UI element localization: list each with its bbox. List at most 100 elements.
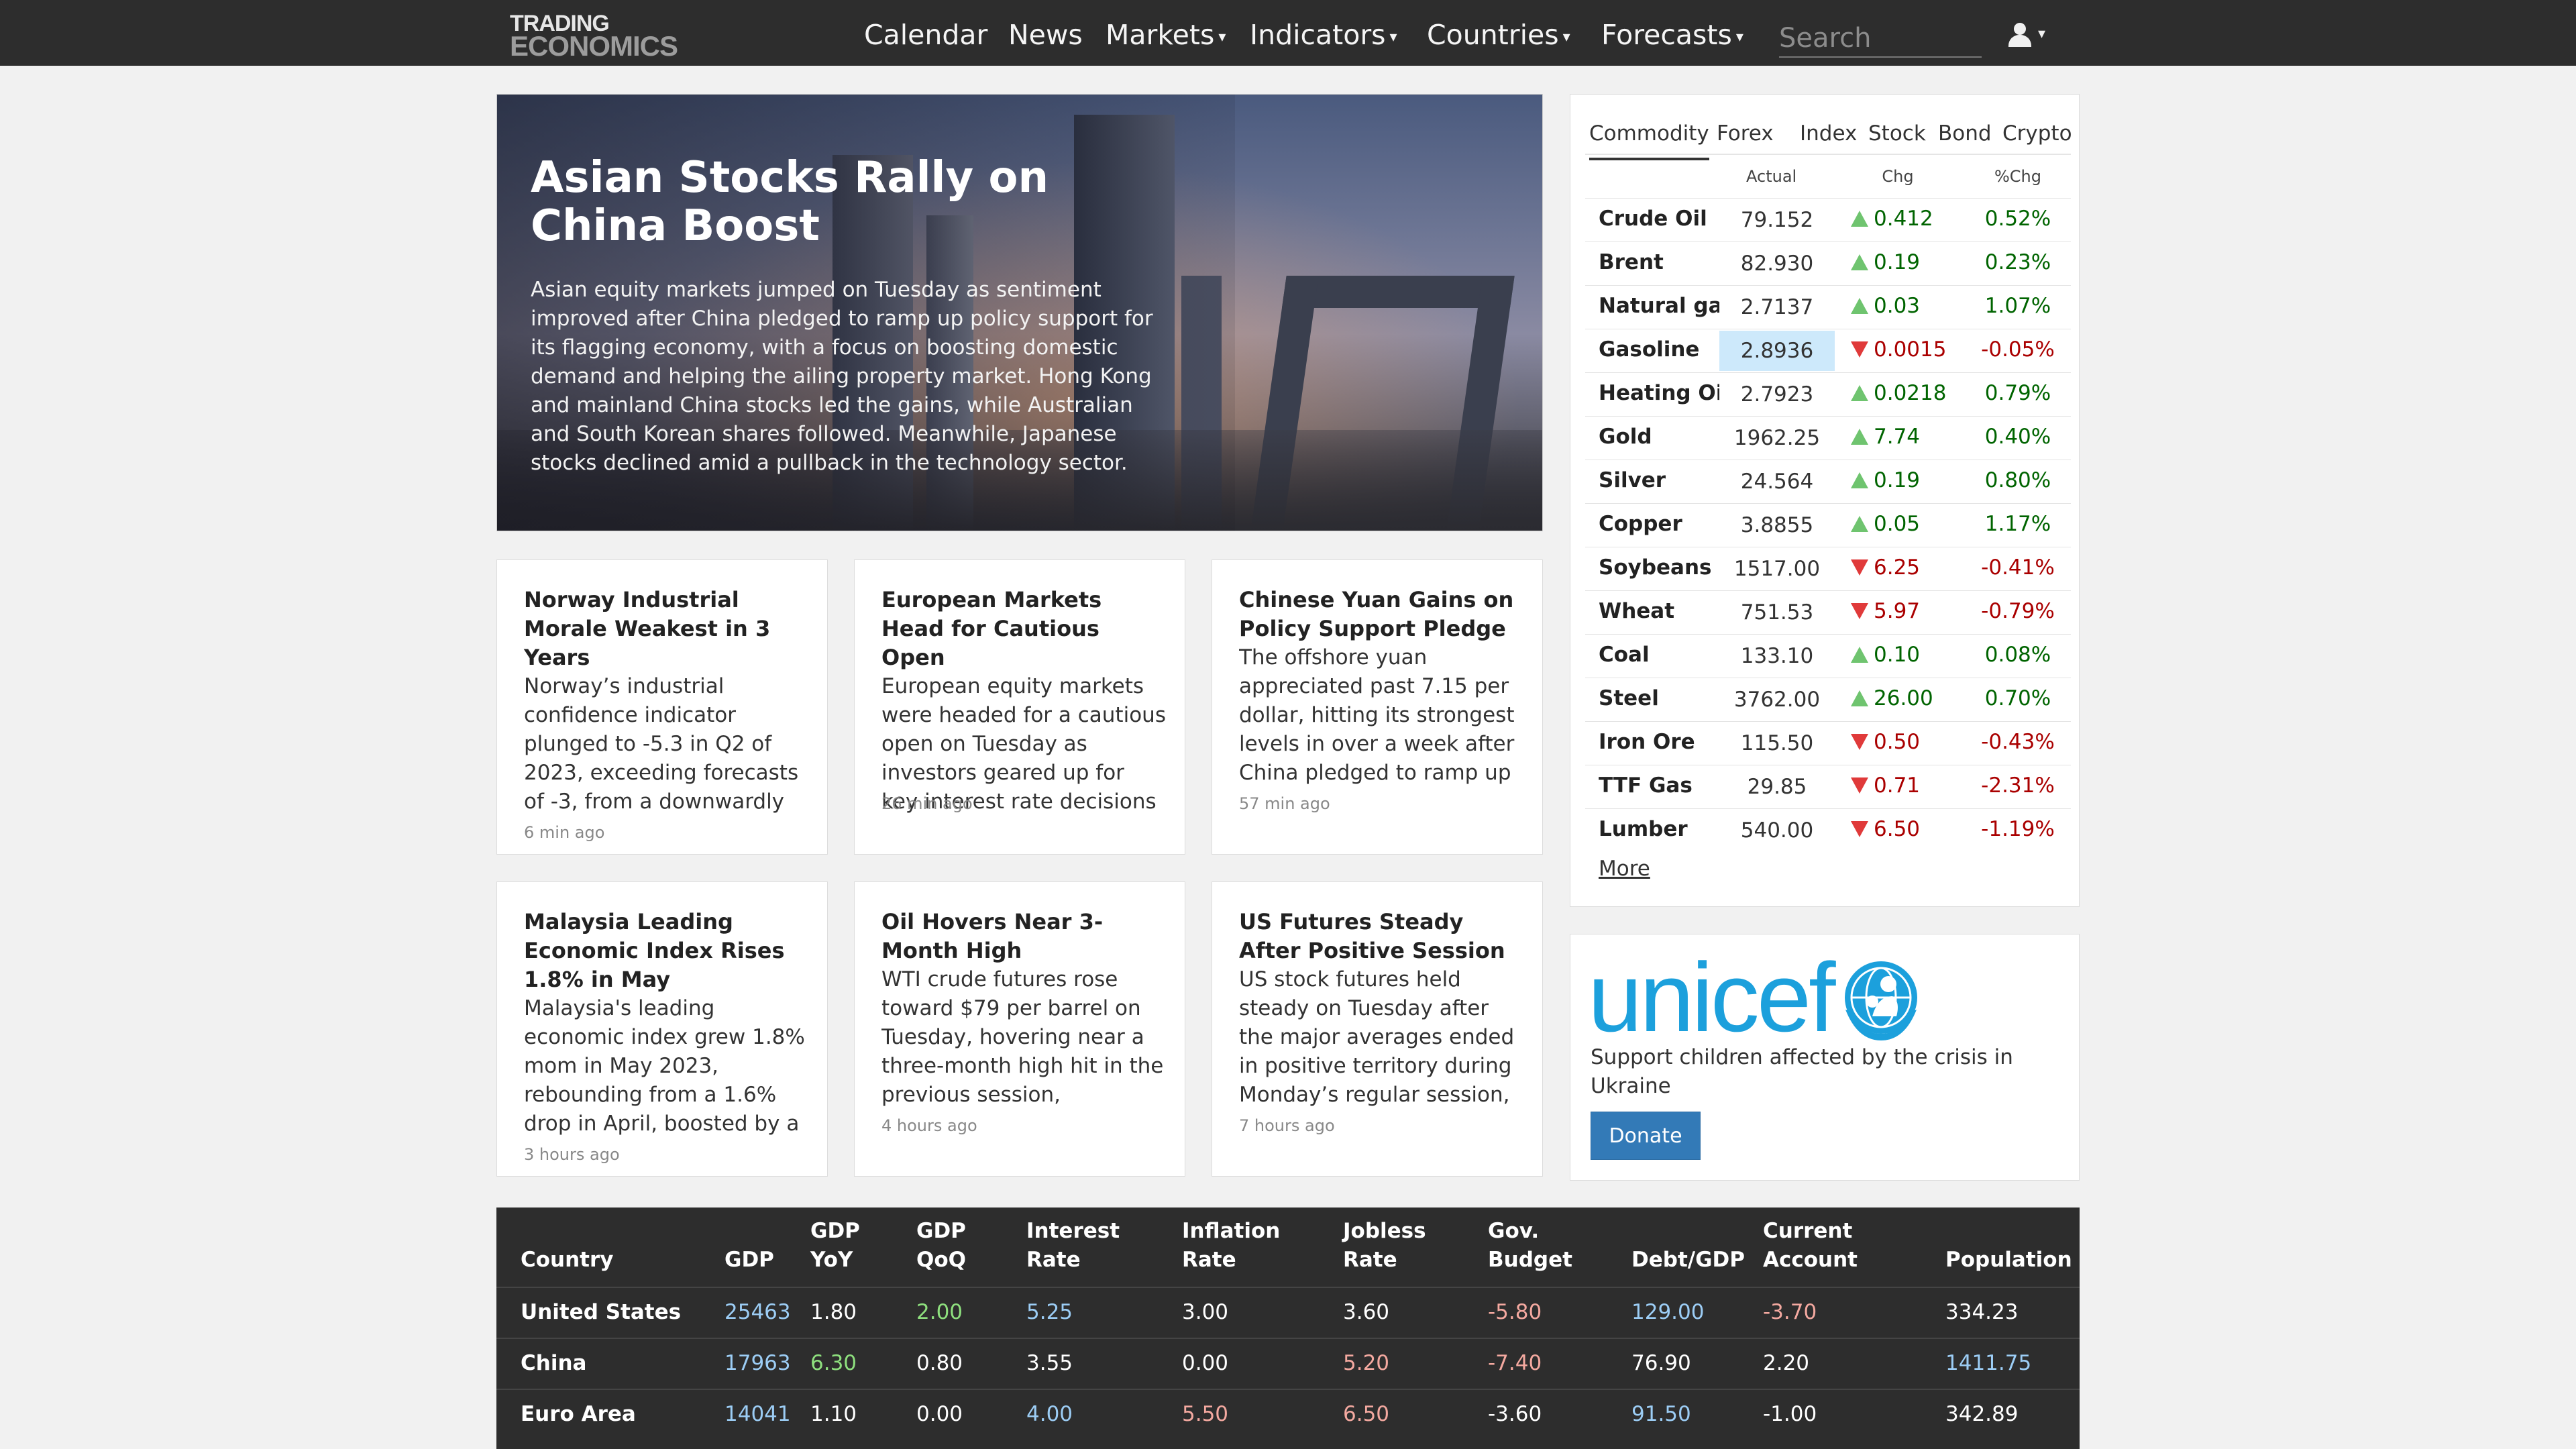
- unicef-ad[interactable]: unicef Support children affected by the …: [1570, 934, 2080, 1181]
- table-cell[interactable]: 129.00: [1631, 1300, 1704, 1324]
- nav-indicators[interactable]: Indicators ▾: [1250, 19, 1397, 51]
- tab-stock[interactable]: Stock: [1868, 121, 1926, 146]
- market-name[interactable]: Gasoline: [1599, 337, 1719, 362]
- unicef-logo[interactable]: unicef: [1588, 944, 1836, 1051]
- table-cell[interactable]: 14041: [724, 1402, 791, 1426]
- trading-economics-logo[interactable]: TRADING ECONOMICS: [510, 12, 684, 60]
- column-header[interactable]: GDP QoQ: [916, 1217, 966, 1275]
- market-name[interactable]: Natural ga: [1599, 294, 1719, 318]
- table-cell[interactable]: 5.25: [1026, 1300, 1073, 1324]
- market-name[interactable]: Gold: [1599, 425, 1719, 449]
- market-row[interactable]: Gasoline 2.8936 0.0015 -0.05%: [1585, 329, 2071, 372]
- nav-calendar[interactable]: Calendar: [864, 19, 987, 51]
- hero-story[interactable]: Asian Stocks Rally on China Boost Asian …: [496, 94, 1543, 531]
- news-card-title[interactable]: Chinese Yuan Gains on Policy Support Ple…: [1239, 586, 1523, 643]
- market-row[interactable]: Silver 24.564 0.19 0.80%: [1585, 460, 2071, 503]
- column-header[interactable]: Population: [1945, 1246, 2072, 1275]
- column-header[interactable]: Current Account: [1763, 1217, 1858, 1275]
- market-row[interactable]: Iron Ore 115.50 0.50 -0.43%: [1585, 721, 2071, 765]
- country-name[interactable]: Euro Area: [521, 1402, 636, 1426]
- news-card[interactable]: US Futures Steady After Positive Session…: [1212, 881, 1543, 1177]
- news-card[interactable]: Chinese Yuan Gains on Policy Support Ple…: [1212, 559, 1543, 855]
- table-cell[interactable]: 91.50: [1631, 1402, 1691, 1426]
- market-actual: 2.7137: [1740, 295, 1814, 319]
- tab-commodity[interactable]: Commodity: [1589, 121, 1709, 160]
- market-row[interactable]: Steel 3762.00 26.00 0.70%: [1585, 678, 2071, 721]
- market-row[interactable]: Coal 133.10 0.10 0.08%: [1585, 634, 2071, 678]
- news-card-title[interactable]: European Markets Head for Cautious Open: [881, 586, 1166, 672]
- table-row[interactable]: United States 25463 1.80 2.00 5.25 3.00 3.60 -5…: [496, 1287, 2080, 1338]
- market-name[interactable]: Lumber: [1599, 817, 1719, 841]
- tab-index[interactable]: Index: [1800, 121, 1857, 146]
- market-pct-change: -1.19%: [1981, 817, 2055, 841]
- table-row[interactable]: China 17963 6.30 0.80 3.55 0.00 5.20 -7.40 76.90…: [496, 1338, 2080, 1389]
- column-header-label: Gov.: [1488, 1219, 1540, 1243]
- market-name[interactable]: Wheat: [1599, 599, 1719, 623]
- market-name[interactable]: Soybeans: [1599, 555, 1719, 580]
- column-header[interactable]: Country: [521, 1246, 614, 1275]
- market-row[interactable]: Lumber 540.00 6.50 -1.19%: [1585, 808, 2071, 852]
- table-cell[interactable]: 4.00: [1026, 1402, 1073, 1426]
- market-row[interactable]: Crude Oil 79.152 0.412 0.52%: [1585, 198, 2071, 241]
- column-header[interactable]: Gov. Budget: [1488, 1217, 1572, 1275]
- market-row[interactable]: Brent 82.930 0.19 0.23%: [1585, 241, 2071, 285]
- market-row[interactable]: Gold 1962.25 7.74 0.40%: [1585, 416, 2071, 460]
- tab-bond[interactable]: Bond: [1938, 121, 1992, 146]
- market-row[interactable]: TTF Gas 29.85 0.71 -2.31%: [1585, 765, 2071, 808]
- donate-button[interactable]: Donate: [1591, 1112, 1701, 1160]
- news-card[interactable]: Norway Industrial Morale Weakest in 3 Ye…: [496, 559, 828, 855]
- country-name[interactable]: China: [521, 1351, 586, 1375]
- search-input[interactable]: [1779, 20, 1982, 58]
- table-cell[interactable]: 25463: [724, 1300, 791, 1324]
- news-card[interactable]: European Markets Head for Cautious Open …: [854, 559, 1185, 855]
- market-name[interactable]: Copper: [1599, 512, 1719, 536]
- market-name[interactable]: Brent: [1599, 250, 1719, 274]
- market-pct-change: 0.80%: [1984, 468, 2051, 492]
- market-name[interactable]: TTF Gas: [1599, 773, 1719, 798]
- nav-countries[interactable]: Countries ▾: [1427, 19, 1570, 51]
- news-card-title[interactable]: US Futures Steady After Positive Session: [1239, 908, 1523, 965]
- market-name[interactable]: Silver: [1599, 468, 1719, 492]
- market-name[interactable]: Iron Ore: [1599, 730, 1719, 754]
- market-row[interactable]: Soybeans 1517.00 6.25 -0.41%: [1585, 547, 2071, 590]
- column-header[interactable]: Inflation Rate: [1182, 1217, 1280, 1275]
- table-row[interactable]: Euro Area 14041 1.10 0.00 4.00 5.50 6.50 -3.60 9…: [496, 1389, 2080, 1440]
- tab-crypto[interactable]: Crypto: [2002, 121, 2072, 146]
- market-row[interactable]: Wheat 751.53 5.97 -0.79%: [1585, 590, 2071, 634]
- news-card-title[interactable]: Malaysia Leading Economic Index Rises 1.…: [524, 908, 808, 994]
- market-pct-change: -0.43%: [1981, 730, 2055, 754]
- column-header-label: GDP: [916, 1219, 966, 1243]
- news-card-title[interactable]: Norway Industrial Morale Weakest in 3 Ye…: [524, 586, 808, 672]
- column-header[interactable]: Jobless Rate: [1343, 1217, 1426, 1275]
- news-card-title[interactable]: Oil Hovers Near 3-Month High: [881, 908, 1166, 965]
- news-card[interactable]: Oil Hovers Near 3-Month High WTI crude f…: [854, 881, 1185, 1177]
- table-cell: 0.80: [916, 1351, 963, 1375]
- nav-markets[interactable]: Markets ▾: [1106, 19, 1226, 51]
- table-cell: 5.20: [1343, 1351, 1390, 1375]
- market-row[interactable]: Heating Oi 2.7923 0.0218 0.79%: [1585, 372, 2071, 416]
- table-cell: 3.60: [1343, 1300, 1390, 1324]
- market-name[interactable]: Heating Oi: [1599, 381, 1719, 405]
- table-cell[interactable]: 1411.75: [1945, 1351, 2031, 1375]
- column-header[interactable]: GDP YoY: [810, 1217, 860, 1275]
- column-header[interactable]: Debt/GDP: [1631, 1246, 1745, 1275]
- hero-title[interactable]: Asian Stocks Rally on China Boost: [531, 154, 1188, 250]
- table-cell: -3.60: [1488, 1402, 1542, 1426]
- column-header[interactable]: GDP: [724, 1246, 774, 1275]
- market-pct-change: -0.41%: [1981, 555, 2055, 580]
- nav-forecasts[interactable]: Forecasts ▾: [1601, 19, 1743, 51]
- market-name[interactable]: Steel: [1599, 686, 1719, 710]
- news-card[interactable]: Malaysia Leading Economic Index Rises 1.…: [496, 881, 828, 1177]
- column-header[interactable]: Interest Rate: [1026, 1217, 1120, 1275]
- market-row[interactable]: Copper 3.8855 0.05 1.17%: [1585, 503, 2071, 547]
- market-row[interactable]: Natural ga 2.7137 0.03 1.07%: [1585, 285, 2071, 329]
- nav-news[interactable]: News: [1008, 19, 1083, 51]
- user-menu[interactable]: ▾: [2007, 23, 2055, 50]
- more-link[interactable]: More: [1599, 857, 1650, 881]
- user-icon-body: [2008, 35, 2031, 47]
- market-name[interactable]: Coal: [1599, 643, 1719, 667]
- tab-forex[interactable]: Forex: [1717, 121, 1774, 146]
- country-name[interactable]: United States: [521, 1300, 681, 1324]
- market-name[interactable]: Crude Oil: [1599, 207, 1719, 231]
- table-cell[interactable]: 17963: [724, 1351, 791, 1375]
